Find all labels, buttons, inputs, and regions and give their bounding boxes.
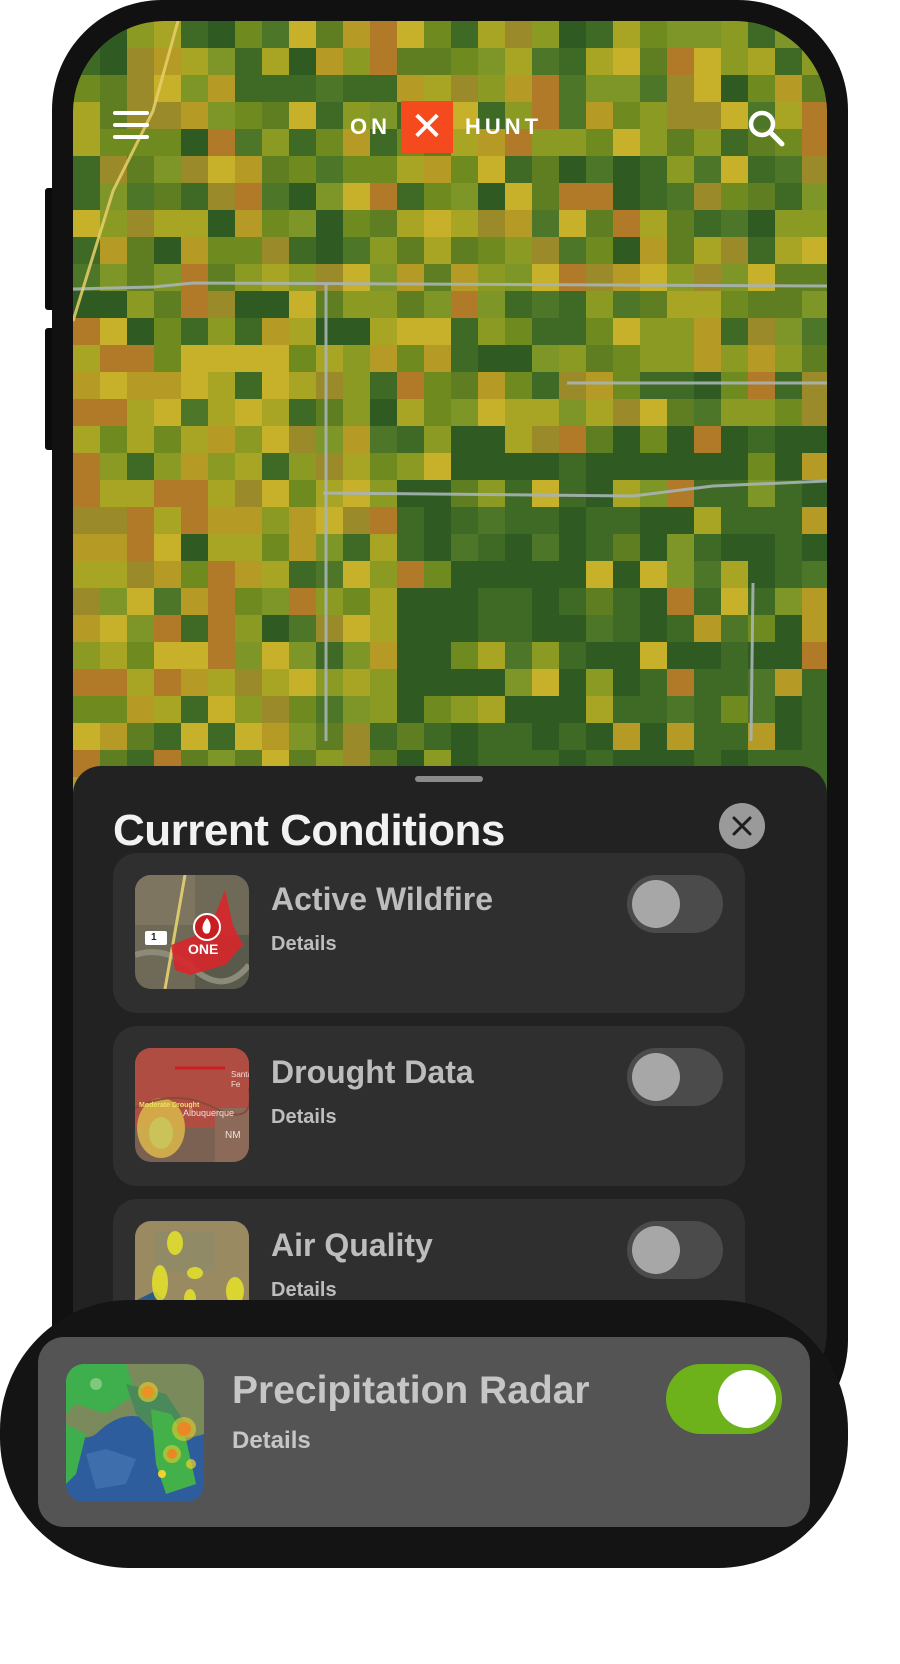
wildfire-thumb-label: ONE [188,941,219,957]
layer-card-active-wildfire[interactable]: 1 ONE Active Wildfire Details [113,853,745,1013]
wildfire-thumb-road-label: 1 [151,932,157,943]
toggle-knob [632,1226,680,1274]
close-icon[interactable] [719,803,765,849]
logo-text-on: ON [350,114,391,139]
sheet-title: Current Conditions [113,806,505,855]
drought-thumb-state: NM [225,1130,241,1141]
logo-text-hunt: HUNT [465,114,543,139]
menu-line [113,111,149,115]
layer-toggle-on[interactable] [666,1364,782,1434]
layer-card-drought-data[interactable]: Moderate Drought Albuquerque Santa Fe NM… [113,1026,745,1186]
toggle-knob [632,1053,680,1101]
layer-details-link[interactable]: Details [232,1427,311,1455]
layer-title: Drought Data [271,1054,474,1090]
layer-toggle[interactable] [627,1048,723,1106]
toggle-knob [632,880,680,928]
layer-details-link[interactable]: Details [271,1279,337,1302]
sheet-drag-handle[interactable] [415,776,483,782]
layer-toggle[interactable] [627,875,723,933]
top-nav-bar: ON ✕ HUNT [73,21,827,191]
layer-details-link[interactable]: Details [271,1106,337,1129]
hamburger-menu-icon[interactable] [113,111,149,143]
toggle-knob [718,1370,776,1428]
layer-title: Precipitation Radar [232,1369,590,1412]
layer-title: Air Quality [271,1227,433,1263]
drought-thumb-city: Albuquerque [183,1108,235,1118]
layer-title: Active Wildfire [271,881,493,917]
drought-thumb-city2: Santa Fe [231,1070,249,1089]
layer-card-precipitation-radar[interactable]: Precipitation Radar Details [38,1337,810,1527]
layer-details-link[interactable]: Details [271,933,337,956]
precipitation-radar-thumbnail [66,1364,204,1502]
drought-thumbnail: Moderate Drought Albuquerque Santa Fe NM [135,1048,249,1162]
onx-hunt-logo: ON ✕ HUNT [350,100,550,154]
phone-screen: ON ✕ HUNT Current Conditions 1 ONE Activ… [73,21,827,1421]
search-icon[interactable] [745,107,787,149]
menu-line [113,135,149,139]
wildfire-thumbnail: 1 ONE [135,875,249,989]
menu-line [113,123,149,127]
layer-toggle[interactable] [627,1221,723,1279]
logo-x-mark: ✕ [401,101,453,153]
phone-frame: ON ✕ HUNT Current Conditions 1 ONE Activ… [52,0,848,1450]
